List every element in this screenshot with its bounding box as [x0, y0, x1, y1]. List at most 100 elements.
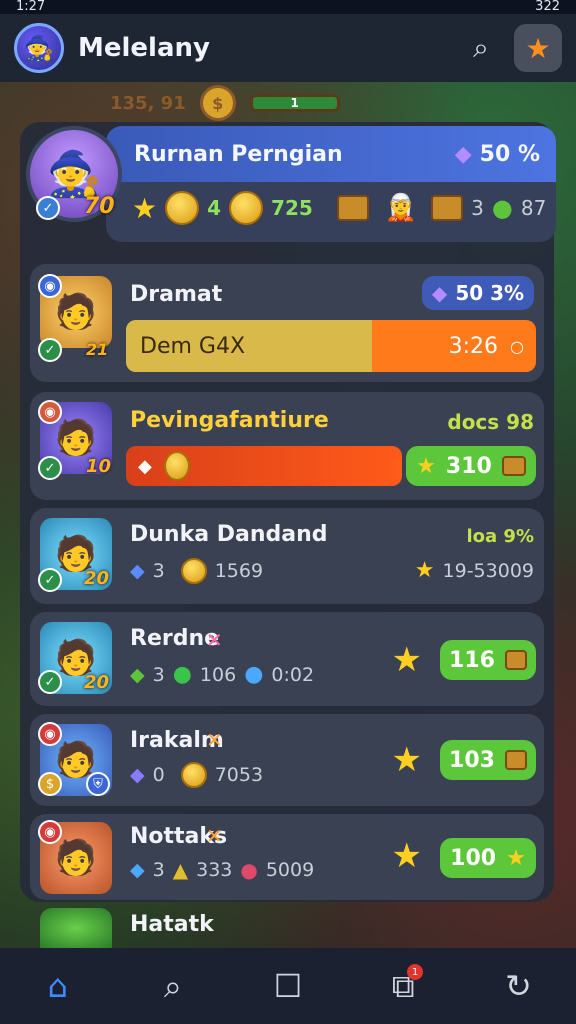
gem-icon: ◆: [130, 560, 145, 582]
coin-icon: [165, 191, 200, 225]
sword-icon: ✕: [206, 728, 223, 752]
chest-icon: [504, 650, 527, 670]
player-name: Dramat: [130, 282, 223, 307]
score-badge[interactable]: 103: [440, 740, 536, 780]
top-resource-strip: 135, 91 $ 1: [110, 82, 426, 124]
blue-orb-icon: ●: [244, 662, 264, 687]
verified-badge-icon: ✓: [38, 338, 62, 362]
star-icon: ★: [132, 191, 158, 225]
search-button[interactable]: ⌕: [460, 27, 502, 69]
player-card[interactable]: 🧑 ◉ $ ⛨ Irakalm ✕ ◆ 0 7053 ★ 103: [30, 714, 544, 806]
character-icon: 🧝: [384, 193, 418, 223]
coin-badge-icon: $: [38, 772, 62, 796]
score-value: 310: [445, 453, 492, 479]
strip-bar: 1: [249, 94, 340, 112]
notification-badge: 1: [407, 964, 424, 980]
crate-icon: [431, 195, 464, 221]
hero-header: Rurnan Perngian ◆ 50 %: [106, 126, 556, 182]
gold-pile-icon: ▲: [172, 858, 189, 882]
rank-badge-icon: ◉: [38, 820, 62, 844]
gem-icon: ◆: [454, 141, 472, 167]
hero-stat-3: 3: [471, 196, 484, 220]
player-card[interactable]: 🧑 ◉ ✓ 10 Pevingafantiure docs 98 ◆ ★ 310: [30, 392, 544, 500]
player-name: Pevingafantiure: [130, 408, 329, 433]
stats-row: ◆ 3 1569: [130, 558, 263, 584]
stats-row: ◆ 0 7053: [130, 762, 263, 788]
app-logo-icon: 🧙: [14, 23, 64, 73]
strip-bar-text: 1: [290, 96, 299, 110]
hero-stats: ★ 4 725 🧝 3 ● 87: [106, 182, 556, 234]
player-level: 10: [86, 456, 112, 477]
player-percent: docs 98: [447, 410, 534, 434]
rank-badge-icon: ◉: [38, 722, 62, 746]
stat-right: 19-53009: [442, 559, 534, 582]
stats-row: ◆ 3 ● 106 ● 0:02: [130, 662, 314, 687]
sword-icon: ✕: [206, 628, 223, 652]
hero-card[interactable]: Rurnan Perngian ◆ 50 % ★ 4 725 🧝 3 ● 87 …: [22, 124, 556, 248]
nav-home[interactable]: ⌂: [28, 956, 88, 1016]
rank-badge-icon: ◉: [38, 400, 62, 424]
nav-profile[interactable]: ↻: [488, 956, 548, 1016]
verified-badge-icon: ✓: [36, 196, 60, 220]
player-card[interactable]: 🧑 ◉ Nottaks ✕ ◆ 3 ▲ 333 ● 5009 ★ 100 ★: [30, 814, 544, 900]
coin-icon: [180, 762, 207, 788]
search-icon: ⌕: [473, 31, 489, 64]
stats-row: ◆ 3 ▲ 333 ● 5009: [130, 858, 314, 882]
stat-1: 3: [152, 859, 165, 881]
stat-2: 333: [196, 859, 233, 881]
gem-icon: ◆: [130, 764, 145, 786]
player-avatar: [40, 908, 112, 948]
score-value: 103: [449, 747, 495, 773]
verified-badge-icon: ✓: [38, 670, 62, 694]
stats-right: ★ 19-53009: [415, 558, 534, 583]
potion-icon: ●: [240, 858, 258, 882]
star-icon: ★: [416, 453, 436, 479]
nav-notifications[interactable]: ⧉ 1: [373, 956, 433, 1016]
stat-1: 3: [152, 560, 165, 582]
search-icon: ⌕: [163, 966, 182, 1005]
status-bar: 1:27 322: [0, 0, 576, 14]
player-card[interactable]: 🧑 ◉ ✓ 21 Dramat ◆ 50 3% Dem G4X 3:26 ○: [30, 264, 544, 382]
score-badge[interactable]: 116: [440, 640, 536, 680]
green-orb-icon: ●: [172, 662, 192, 687]
status-time: 1:27: [16, 0, 46, 14]
star-icon: ★: [525, 31, 551, 65]
progress-value: 3:26: [448, 333, 498, 359]
player-card[interactable]: 🧑 ✓ 20 Dunka Dandand loa 9% ◆ 3 1569 ★ 1…: [30, 508, 544, 604]
coin-icon: [163, 451, 190, 481]
player-name: Hatatk: [130, 912, 214, 937]
square-icon: ☐: [273, 967, 303, 1005]
chest-icon: [336, 195, 369, 221]
rank-badge-icon: ◉: [38, 274, 62, 298]
star-icon: ★: [391, 740, 422, 780]
partial-card[interactable]: Hatatk: [30, 902, 330, 948]
player-level: 21: [86, 340, 109, 359]
nav-search[interactable]: ⌕: [143, 956, 203, 1016]
star-icon: ★: [506, 845, 526, 871]
nav-square[interactable]: ☐: [258, 956, 318, 1016]
battery-level: 322: [535, 0, 560, 14]
stat-2: 1569: [214, 560, 264, 582]
player-name: Dunka Dandand: [130, 522, 328, 547]
progress-bar: Dem G4X 3:26 ○: [126, 320, 536, 372]
timer-icon: ○: [510, 336, 524, 356]
sword-icon: ✕: [206, 824, 223, 848]
player-percent: loa 9%: [466, 526, 534, 547]
stat-3: 5009: [265, 859, 315, 881]
verified-badge-icon: ✓: [38, 568, 62, 592]
percent-badge: ◆ 50 3%: [422, 276, 534, 310]
favorite-button[interactable]: ★: [514, 24, 562, 72]
shield-badge-icon: ⛨: [86, 772, 110, 796]
stat-3: 0:02: [271, 663, 315, 686]
hero-stat-1: 4: [207, 196, 222, 220]
bottom-navigation: ⌂ ⌕ ☐ ⧉ 1 ↻: [0, 948, 576, 1024]
coin-icon: [180, 558, 207, 584]
verified-badge-icon: ✓: [38, 456, 62, 480]
hero-level: 70: [84, 194, 115, 219]
coin-stack-icon: [229, 191, 264, 225]
player-card[interactable]: 🧑 ✓ 20 Rerdne ✕ ◆ 3 ● 106 ● 0:02 ★ 116: [30, 612, 544, 706]
score-badge[interactable]: ★ 310: [406, 446, 536, 486]
score-badge[interactable]: 100 ★: [440, 838, 536, 878]
stat-1: 3: [152, 663, 165, 686]
leaf-icon: ●: [491, 194, 513, 222]
